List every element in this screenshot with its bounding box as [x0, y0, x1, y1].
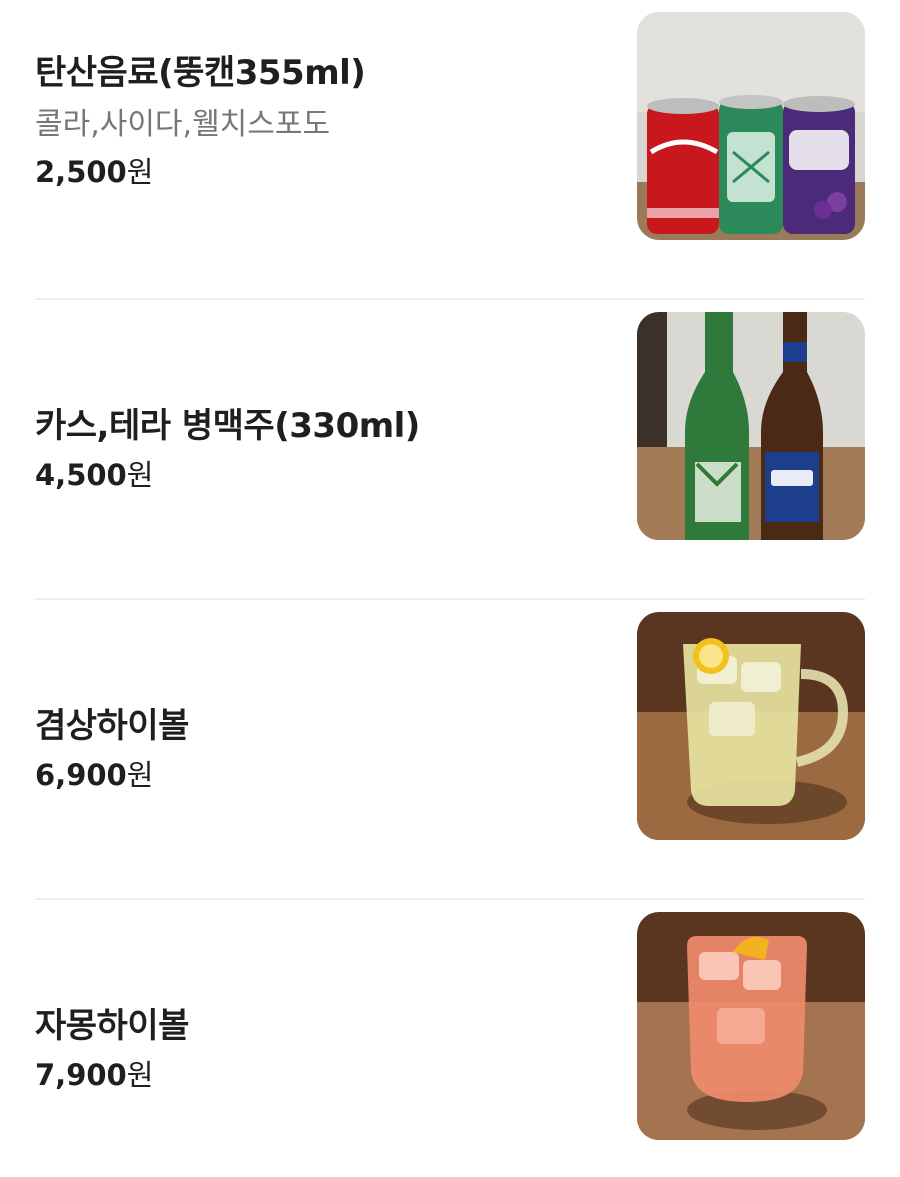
price-currency: 원: [126, 458, 154, 492]
menu-item-info: 겸상하이볼 6,900원: [35, 600, 595, 898]
grapefruit-highball-image: [637, 912, 865, 1140]
menu-item-beer[interactable]: 카스,테라 병맥주(330ml) 4,500원: [35, 300, 865, 600]
menu-item-name: 겸상하이볼: [35, 706, 189, 746]
price-value: 7,900: [35, 1058, 127, 1092]
menu-item-info: 자몽하이볼 7,900원: [35, 900, 595, 1177]
menu-item-price: 6,900원: [35, 755, 595, 795]
price-currency: 원: [126, 758, 154, 792]
menu-item-price: 7,900원: [35, 1055, 595, 1095]
soda-cans-image: [637, 12, 865, 240]
menu-item-name: 탄산음료(뚱캔355ml): [35, 53, 366, 93]
price-value: 6,900: [35, 758, 127, 792]
price-value: 4,500: [35, 458, 127, 492]
beer-bottles-image: [637, 312, 865, 540]
menu-list: 탄산음료(뚱캔355ml) 콜라,사이다,웰치스포도 2,500원 카스,테라 …: [0, 0, 900, 1177]
price-value: 2,500: [35, 155, 127, 189]
highball-mug-image: [637, 612, 865, 840]
menu-item-grapefruit-highball[interactable]: 자몽하이볼 7,900원: [35, 900, 865, 1177]
menu-item-name: 자몽하이볼: [35, 1006, 189, 1046]
menu-item-info: 카스,테라 병맥주(330ml) 4,500원: [35, 300, 595, 598]
price-currency: 원: [126, 1058, 154, 1092]
menu-item-info: 탄산음료(뚱캔355ml) 콜라,사이다,웰치스포도 2,500원: [35, 0, 595, 298]
menu-item-highball[interactable]: 겸상하이볼 6,900원: [35, 600, 865, 900]
menu-item-price: 2,500원: [35, 152, 595, 192]
menu-item-soda[interactable]: 탄산음료(뚱캔355ml) 콜라,사이다,웰치스포도 2,500원: [35, 0, 865, 300]
price-currency: 원: [126, 155, 154, 189]
menu-item-price: 4,500원: [35, 455, 595, 495]
menu-item-photo-grapefruit[interactable]: [637, 912, 865, 1140]
menu-item-name: 카스,테라 병맥주(330ml): [35, 406, 420, 446]
menu-item-description: 콜라,사이다,웰치스포도: [35, 107, 331, 142]
menu-item-photo-soda[interactable]: [637, 12, 865, 240]
menu-item-photo-highball[interactable]: [637, 612, 865, 840]
menu-item-photo-beer[interactable]: [637, 312, 865, 540]
